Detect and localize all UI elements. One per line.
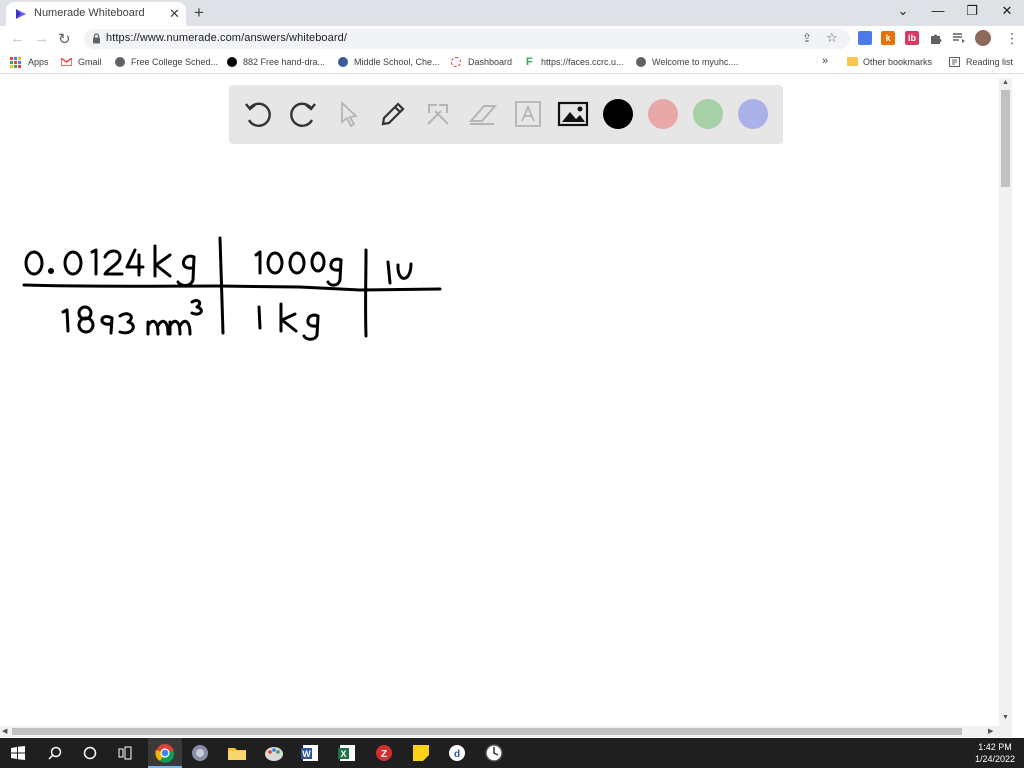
d-app-icon[interactable]: d bbox=[446, 742, 468, 764]
lock-icon bbox=[92, 33, 101, 44]
paint-icon[interactable] bbox=[263, 742, 285, 764]
search-icon[interactable] bbox=[48, 746, 62, 760]
scroll-up-icon[interactable]: ▲ bbox=[1002, 79, 1009, 86]
circle-icon bbox=[227, 57, 237, 67]
k-extension-icon[interactable]: k bbox=[881, 31, 895, 45]
address-bar[interactable]: https://www.numerade.com/answers/whitebo… bbox=[84, 29, 850, 49]
file-explorer-icon[interactable] bbox=[226, 742, 248, 764]
handwritten-denominator-1 bbox=[63, 301, 201, 334]
bookmark-myuhc[interactable]: Welcome to myuhc.... bbox=[652, 57, 738, 67]
minimize-button[interactable]: — bbox=[928, 3, 948, 18]
clock-app-icon[interactable] bbox=[483, 742, 505, 764]
scroll-down-icon[interactable]: ▼ bbox=[1002, 714, 1009, 721]
bookmarks-overflow-icon[interactable]: » bbox=[822, 55, 828, 67]
horizontal-scroll-thumb[interactable] bbox=[12, 728, 962, 735]
bookmark-faces[interactable]: https://faces.ccrc.u... bbox=[541, 57, 624, 67]
bookmark-apps[interactable]: Apps bbox=[28, 57, 49, 67]
svg-text:X: X bbox=[340, 749, 346, 759]
globe-icon bbox=[115, 57, 125, 67]
windows-start-icon[interactable] bbox=[11, 746, 25, 760]
tab-search-icon[interactable]: ⌄ bbox=[893, 3, 913, 19]
handwritten-numerator-1 bbox=[26, 246, 194, 286]
reload-icon[interactable]: ↻ bbox=[58, 30, 71, 48]
handwritten-numerator-3 bbox=[388, 262, 411, 283]
svg-text:W: W bbox=[302, 749, 311, 759]
f-icon: F bbox=[526, 56, 533, 68]
whiteboard-canvas[interactable] bbox=[0, 73, 998, 723]
apps-grid-icon[interactable] bbox=[10, 57, 21, 68]
ib-extension-icon[interactable]: ib bbox=[905, 31, 919, 45]
puzzle-extensions-icon[interactable] bbox=[929, 31, 943, 45]
sticky-notes-icon[interactable] bbox=[410, 742, 432, 764]
folder-icon bbox=[847, 57, 858, 66]
forward-arrow-icon[interactable]: → bbox=[34, 30, 49, 47]
dashboard-icon bbox=[451, 57, 461, 67]
reading-list-icon bbox=[949, 57, 960, 67]
cortana-icon[interactable] bbox=[83, 746, 97, 760]
scroll-left-icon[interactable]: ◀ bbox=[2, 727, 7, 735]
svg-text:d: d bbox=[454, 749, 460, 760]
system-clock[interactable]: 1:42 PM 1/24/2022 bbox=[970, 741, 1020, 765]
url-text: https://www.numerade.com/answers/whitebo… bbox=[106, 32, 347, 44]
z-app-icon[interactable]: Z bbox=[373, 742, 395, 764]
bookmark-college-schedule[interactable]: Free College Sched... bbox=[131, 57, 218, 67]
close-window-button[interactable]: ✕ bbox=[997, 3, 1017, 19]
handwritten-denominator-2 bbox=[259, 304, 318, 339]
bookmark-star-icon[interactable]: ☆ bbox=[826, 30, 838, 46]
svg-text:Z: Z bbox=[381, 749, 387, 760]
back-arrow-icon[interactable]: ← bbox=[10, 30, 25, 47]
other-bookmarks[interactable]: Other bookmarks bbox=[863, 57, 932, 67]
menu-kebab-icon[interactable]: ⋮ bbox=[1005, 30, 1019, 47]
word-icon[interactable]: W bbox=[299, 742, 321, 764]
chrome-icon[interactable] bbox=[154, 742, 176, 764]
tab-close-icon[interactable]: ✕ bbox=[169, 6, 180, 22]
clock-date: 1/24/2022 bbox=[970, 753, 1020, 765]
gmail-icon bbox=[61, 58, 72, 66]
tab-numerade-whiteboard[interactable]: Numerade Whiteboard ✕ bbox=[6, 2, 186, 26]
restore-button[interactable]: ❐ bbox=[962, 3, 982, 19]
profile-avatar[interactable] bbox=[975, 30, 991, 46]
bookmark-dashboard[interactable]: Dashboard bbox=[468, 57, 512, 67]
new-tab-button[interactable]: + bbox=[194, 3, 204, 23]
share-icon[interactable]: ⇪ bbox=[802, 31, 812, 45]
docs-icon[interactable] bbox=[858, 31, 872, 45]
conversion-grid-lines bbox=[24, 238, 440, 336]
clock-time: 1:42 PM bbox=[970, 741, 1020, 753]
vertical-scroll-thumb[interactable] bbox=[1001, 90, 1010, 187]
globe-icon bbox=[636, 57, 646, 67]
handwritten-numerator-2 bbox=[256, 252, 341, 285]
bookmark-gmail[interactable]: Gmail bbox=[78, 57, 102, 67]
tab-title: Numerade Whiteboard bbox=[34, 7, 145, 19]
bookmark-middle-school[interactable]: Middle School, Che... bbox=[354, 57, 440, 67]
task-view-icon[interactable] bbox=[118, 746, 132, 760]
excel-icon[interactable]: X bbox=[336, 742, 358, 764]
media-queue-icon[interactable] bbox=[952, 31, 966, 45]
reading-list[interactable]: Reading list bbox=[966, 57, 1013, 67]
scroll-right-icon[interactable]: ▶ bbox=[988, 727, 993, 735]
globe-icon bbox=[338, 57, 348, 67]
firefox-icon[interactable] bbox=[189, 742, 211, 764]
bookmark-hand-drawn[interactable]: 882 Free hand-dra... bbox=[243, 57, 325, 67]
numerade-favicon-icon bbox=[15, 8, 27, 20]
